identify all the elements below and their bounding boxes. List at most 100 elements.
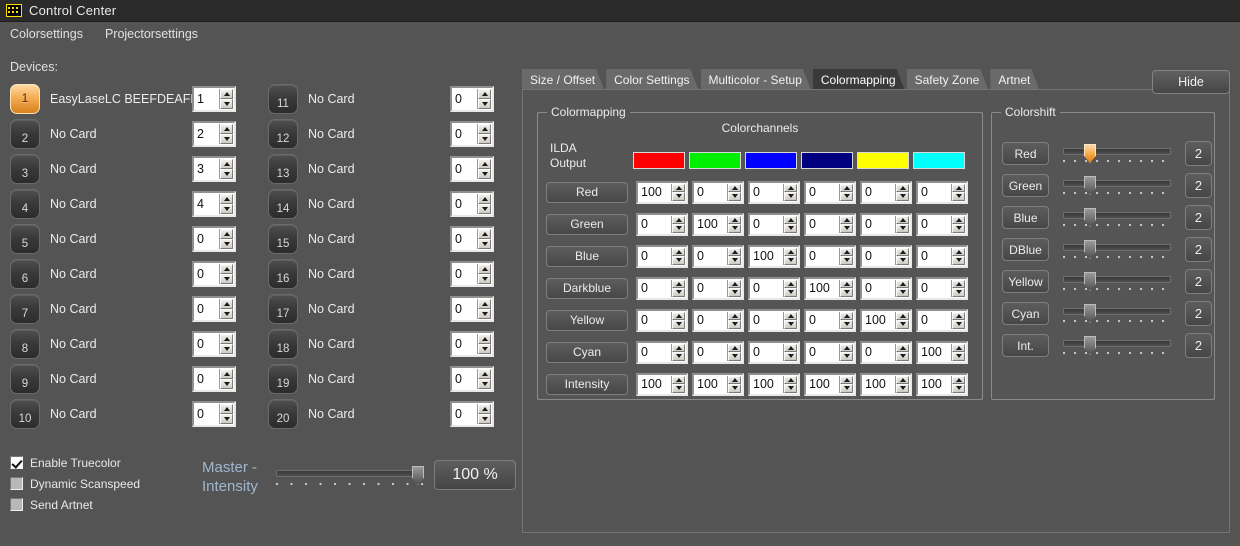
spinner-up-icon[interactable] bbox=[478, 124, 491, 134]
spinner-down-icon[interactable] bbox=[896, 192, 909, 201]
spinner-up-icon[interactable] bbox=[952, 280, 965, 289]
device-button-15[interactable]: 15 bbox=[268, 224, 298, 254]
device-number-spinner-14[interactable]: 0 bbox=[450, 191, 494, 217]
spinner-up-icon[interactable] bbox=[896, 248, 909, 257]
spinner-down-icon[interactable] bbox=[896, 384, 909, 393]
spinner-up-icon[interactable] bbox=[896, 312, 909, 321]
spinner-down-icon[interactable] bbox=[220, 344, 233, 354]
master-intensity-slider[interactable] bbox=[276, 464, 424, 494]
spinner-down-icon[interactable] bbox=[478, 204, 491, 214]
colormapping-input-blue-cyan[interactable]: 0 bbox=[916, 245, 968, 268]
color-swatch-red[interactable] bbox=[633, 152, 685, 169]
colorshift-button-red[interactable]: Red bbox=[1002, 142, 1049, 165]
device-number-spinner-6[interactable]: 0 bbox=[192, 261, 236, 287]
spinner-up-icon[interactable] bbox=[220, 264, 233, 274]
colormapping-input-blue-yellow[interactable]: 0 bbox=[860, 245, 912, 268]
spinner-up-icon[interactable] bbox=[728, 312, 741, 321]
spinner-down-icon[interactable] bbox=[220, 309, 233, 319]
color-swatch-cyan[interactable] bbox=[913, 152, 965, 169]
spinner-down-icon[interactable] bbox=[478, 274, 491, 284]
spinner-down-icon[interactable] bbox=[896, 352, 909, 361]
device-number-spinner-1[interactable]: 1 bbox=[192, 86, 236, 112]
spinner-down-icon[interactable] bbox=[784, 384, 797, 393]
spinner-up-icon[interactable] bbox=[478, 89, 491, 99]
colormapping-input-blue-red[interactable]: 0 bbox=[636, 245, 688, 268]
spinner-down-icon[interactable] bbox=[478, 344, 491, 354]
device-button-6[interactable]: 6 bbox=[10, 259, 40, 289]
colormapping-input-intensity-yellow[interactable]: 100 bbox=[860, 373, 912, 396]
spinner-down-icon[interactable] bbox=[784, 320, 797, 329]
colormapping-input-intensity-red[interactable]: 100 bbox=[636, 373, 688, 396]
spinner-down-icon[interactable] bbox=[840, 192, 853, 201]
spinner-down-icon[interactable] bbox=[952, 320, 965, 329]
spinner-up-icon[interactable] bbox=[672, 248, 685, 257]
colormapping-input-cyan-red[interactable]: 0 bbox=[636, 341, 688, 364]
colorshift-button-green[interactable]: Green bbox=[1002, 174, 1049, 197]
spinner-down-icon[interactable] bbox=[840, 224, 853, 233]
colorshift-button-int[interactable]: Int. bbox=[1002, 334, 1049, 357]
spinner-down-icon[interactable] bbox=[728, 192, 741, 201]
spinner-down-icon[interactable] bbox=[478, 309, 491, 319]
spinner-up-icon[interactable] bbox=[220, 159, 233, 169]
spinner-down-icon[interactable] bbox=[896, 224, 909, 233]
spinner-down-icon[interactable] bbox=[896, 256, 909, 265]
spinner-up-icon[interactable] bbox=[478, 334, 491, 344]
checkbox-box-icon[interactable] bbox=[10, 498, 23, 511]
spinner-up-icon[interactable] bbox=[952, 344, 965, 353]
colormapping-input-yellow-yellow[interactable]: 100 bbox=[860, 309, 912, 332]
color-swatch-yellow[interactable] bbox=[857, 152, 909, 169]
tab-artnet[interactable]: Artnet bbox=[990, 69, 1039, 90]
colormapping-row-button-yellow[interactable]: Yellow bbox=[546, 310, 628, 331]
color-swatch-blue[interactable] bbox=[745, 152, 797, 169]
colorshift-button-blue[interactable]: Blue bbox=[1002, 206, 1049, 229]
spinner-up-icon[interactable] bbox=[478, 229, 491, 239]
colorshift-button-yellow[interactable]: Yellow bbox=[1002, 270, 1049, 293]
spinner-up-icon[interactable] bbox=[952, 184, 965, 193]
colorshift-button-cyan[interactable]: Cyan bbox=[1002, 302, 1049, 325]
spinner-up-icon[interactable] bbox=[840, 344, 853, 353]
colormapping-input-blue-darkblue[interactable]: 0 bbox=[804, 245, 856, 268]
spinner-up-icon[interactable] bbox=[840, 376, 853, 385]
spinner-down-icon[interactable] bbox=[952, 192, 965, 201]
colormapping-input-yellow-green[interactable]: 0 bbox=[692, 309, 744, 332]
spinner-up-icon[interactable] bbox=[728, 248, 741, 257]
spinner-up-icon[interactable] bbox=[728, 344, 741, 353]
colormapping-input-blue-green[interactable]: 0 bbox=[692, 245, 744, 268]
spinner-down-icon[interactable] bbox=[784, 288, 797, 297]
checkbox-box-icon[interactable] bbox=[10, 477, 23, 490]
device-button-14[interactable]: 14 bbox=[268, 189, 298, 219]
checkbox-box-icon[interactable] bbox=[10, 456, 23, 469]
spinner-up-icon[interactable] bbox=[220, 404, 233, 414]
colormapping-input-darkblue-darkblue[interactable]: 100 bbox=[804, 277, 856, 300]
spinner-up-icon[interactable] bbox=[220, 299, 233, 309]
spinner-down-icon[interactable] bbox=[478, 239, 491, 249]
spinner-down-icon[interactable] bbox=[784, 256, 797, 265]
spinner-down-icon[interactable] bbox=[784, 352, 797, 361]
spinner-up-icon[interactable] bbox=[220, 229, 233, 239]
menu-item-projectorsettings[interactable]: Projectorsettings bbox=[105, 27, 198, 41]
colormapping-input-red-yellow[interactable]: 0 bbox=[860, 181, 912, 204]
spinner-up-icon[interactable] bbox=[784, 312, 797, 321]
colormapping-input-yellow-blue[interactable]: 0 bbox=[748, 309, 800, 332]
color-swatch-green[interactable] bbox=[689, 152, 741, 169]
spinner-down-icon[interactable] bbox=[840, 256, 853, 265]
colorshift-slider-yellow[interactable] bbox=[1063, 271, 1171, 297]
spinner-up-icon[interactable] bbox=[672, 184, 685, 193]
colormapping-input-intensity-green[interactable]: 100 bbox=[692, 373, 744, 396]
spinner-down-icon[interactable] bbox=[478, 134, 491, 144]
spinner-up-icon[interactable] bbox=[896, 216, 909, 225]
menu-item-colorsettings[interactable]: Colorsettings bbox=[10, 27, 83, 41]
spinner-up-icon[interactable] bbox=[728, 280, 741, 289]
colormapping-row-button-darkblue[interactable]: Darkblue bbox=[546, 278, 628, 299]
spinner-down-icon[interactable] bbox=[728, 256, 741, 265]
spinner-down-icon[interactable] bbox=[952, 256, 965, 265]
spinner-down-icon[interactable] bbox=[728, 352, 741, 361]
spinner-down-icon[interactable] bbox=[220, 379, 233, 389]
colormapping-input-green-red[interactable]: 0 bbox=[636, 213, 688, 236]
spinner-down-icon[interactable] bbox=[728, 320, 741, 329]
spinner-down-icon[interactable] bbox=[672, 352, 685, 361]
device-number-spinner-20[interactable]: 0 bbox=[450, 401, 494, 427]
device-number-spinner-16[interactable]: 0 bbox=[450, 261, 494, 287]
colorshift-slider-cyan[interactable] bbox=[1063, 303, 1171, 329]
colormapping-input-cyan-darkblue[interactable]: 0 bbox=[804, 341, 856, 364]
